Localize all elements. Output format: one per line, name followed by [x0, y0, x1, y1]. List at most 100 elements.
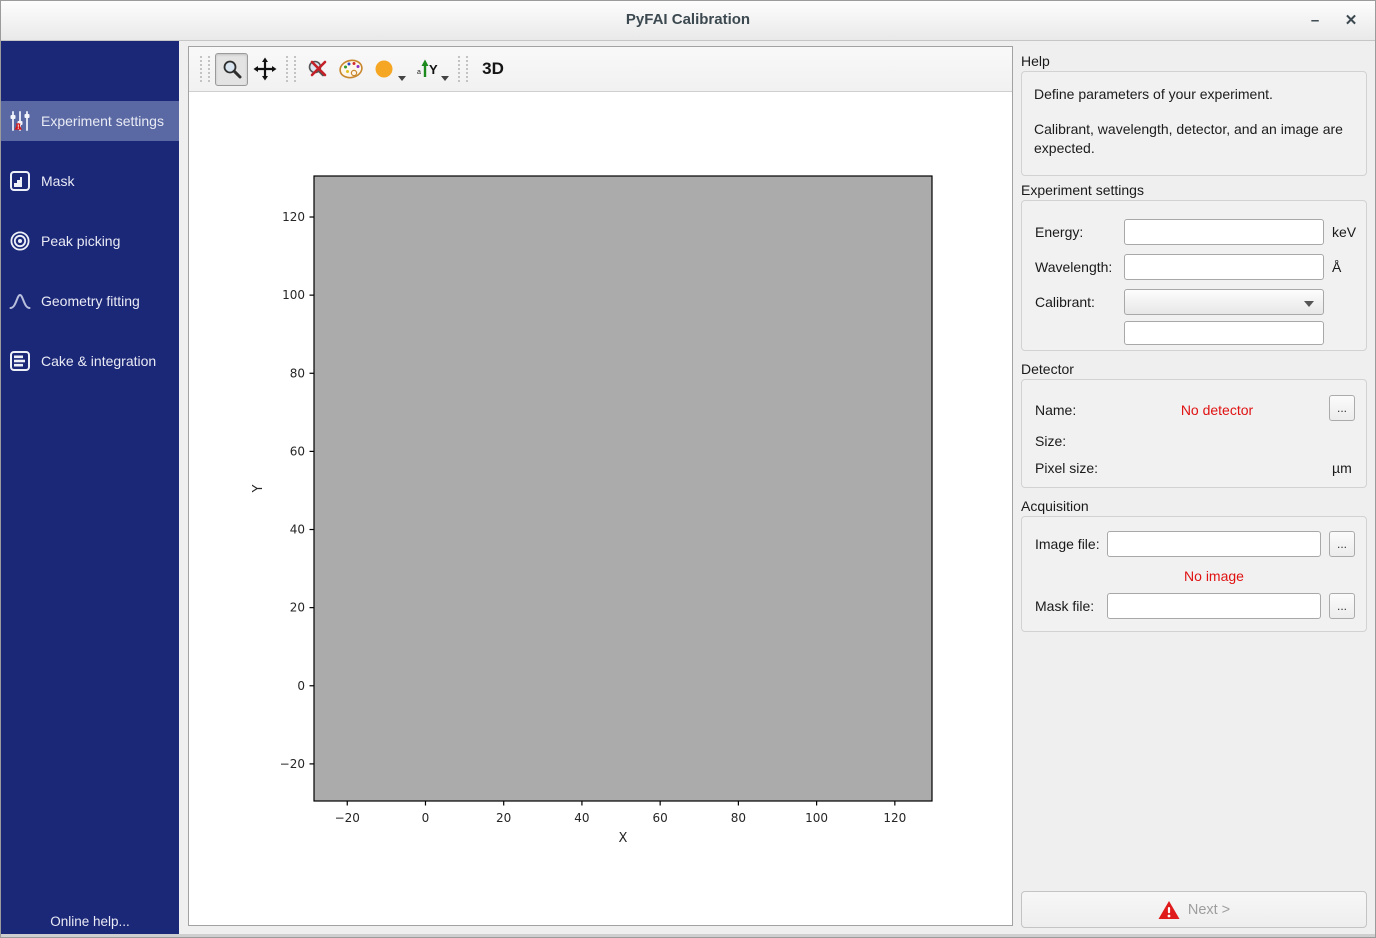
crosshair-button[interactable]: [301, 53, 334, 86]
image-status: No image: [1107, 568, 1321, 584]
image-file-browse-button[interactable]: ...: [1329, 531, 1355, 557]
settings-panel: Help Define parameters of your experimen…: [1015, 41, 1376, 935]
sidebar-item-label: Mask: [41, 173, 74, 189]
wavelength-label: Wavelength:: [1035, 259, 1112, 275]
pixel-size-label: Pixel size:: [1035, 460, 1098, 476]
mask-file-browse-button[interactable]: ...: [1329, 593, 1355, 619]
experiment-settings-box: Energy: keV Wavelength: Å Calibrant:: [1021, 200, 1367, 351]
orange-circle-icon: [374, 59, 394, 79]
magnifier-icon: [221, 58, 243, 80]
3d-label: 3D: [482, 59, 504, 79]
svg-text:120: 120: [282, 210, 305, 224]
pan-button[interactable]: [248, 53, 281, 86]
acquisition-section-title: Acquisition: [1021, 498, 1089, 514]
striped-square-icon: [9, 350, 31, 372]
svg-text:80: 80: [290, 366, 305, 380]
magnifier-red-x-icon: [306, 57, 330, 81]
svg-text:Y: Y: [251, 484, 266, 493]
svg-text:100: 100: [282, 288, 305, 302]
svg-text:a: a: [417, 69, 421, 76]
mask-file-label: Mask file:: [1035, 598, 1094, 614]
svg-text:60: 60: [653, 811, 668, 825]
online-help-link[interactable]: Online help...: [1, 914, 179, 929]
energy-input[interactable]: [1124, 219, 1324, 245]
next-button-label: Next >: [1188, 902, 1230, 918]
svg-text:80: 80: [731, 811, 746, 825]
detector-browse-button[interactable]: ...: [1329, 395, 1355, 421]
window-bottom-edge: [1, 934, 1375, 937]
image-file-input[interactable]: [1107, 531, 1321, 557]
svg-text:−20: −20: [280, 757, 305, 771]
task-sidebar: ! Experiment settings Mask: [1, 41, 179, 935]
svg-text:!: !: [17, 125, 19, 131]
image-file-label: Image file:: [1035, 536, 1100, 552]
svg-text:0: 0: [422, 811, 430, 825]
help-line-2: Calibrant, wavelength, detector, and an …: [1022, 120, 1366, 158]
colormap-button[interactable]: [334, 53, 367, 86]
mask-icon: [9, 170, 31, 192]
next-button[interactable]: Next >: [1021, 891, 1367, 928]
sidebar-item-experiment-settings[interactable]: ! Experiment settings: [1, 101, 179, 141]
acquisition-box: Image file: ... No image Mask file: ...: [1021, 516, 1367, 632]
title-bar: PyFAI Calibration – ✕: [1, 1, 1375, 41]
detector-size-label: Size:: [1035, 433, 1066, 449]
detector-name-label: Name:: [1035, 402, 1076, 418]
svg-text:20: 20: [496, 811, 511, 825]
energy-unit: keV: [1332, 224, 1356, 240]
plot-panel: a Y 3D −20020406080100120−20020406080100…: [188, 46, 1013, 926]
sidebar-item-label: Peak picking: [41, 233, 120, 249]
svg-text:20: 20: [290, 601, 305, 615]
y-axis-orientation-button[interactable]: a Y: [410, 53, 443, 86]
target-rings-icon: [9, 230, 31, 252]
wavelength-input[interactable]: [1124, 254, 1324, 280]
detector-section-title: Detector: [1021, 361, 1074, 377]
dropdown-caret-icon: [398, 76, 406, 81]
svg-text:X: X: [619, 831, 628, 846]
plot-canvas[interactable]: −20020406080100120−20020406080100120XY: [189, 92, 1012, 925]
sidebar-item-peak-picking[interactable]: Peak picking: [1, 221, 179, 261]
toolbar-drag-handle: [286, 56, 296, 82]
svg-text:40: 40: [574, 811, 589, 825]
sidebar-item-geometry-fitting[interactable]: Geometry fitting: [1, 281, 179, 321]
sidebar-item-label: Experiment settings: [41, 113, 164, 129]
svg-text:120: 120: [883, 811, 906, 825]
calibrant-extra-input[interactable]: [1124, 321, 1324, 345]
wavelength-unit: Å: [1332, 259, 1341, 275]
3d-view-button[interactable]: 3D: [473, 53, 513, 86]
warning-icon: [1158, 900, 1180, 920]
help-section-title: Help: [1021, 53, 1050, 69]
sidebar-item-mask[interactable]: Mask: [1, 161, 179, 201]
palette-icon: [338, 57, 364, 81]
pan-arrows-icon: [253, 57, 277, 81]
toolbar-drag-handle: [200, 56, 210, 82]
svg-text:0: 0: [297, 679, 305, 693]
pyfai-calibration-window: PyFAI Calibration – ✕ ! Experiment s: [0, 0, 1376, 938]
y-axis-arrow-icon: a Y: [414, 57, 440, 81]
plot-toolbar: a Y 3D: [189, 47, 1012, 92]
detector-box: Name: No detector ... Size: Pixel size: …: [1021, 379, 1367, 488]
zoom-button[interactable]: [215, 53, 248, 86]
minimize-button[interactable]: –: [1301, 7, 1329, 35]
toolbar-drag-handle: [458, 56, 468, 82]
calibrant-select[interactable]: [1124, 289, 1324, 315]
peak-curve-icon: [9, 290, 31, 312]
dropdown-caret-icon: [441, 76, 449, 81]
help-line-1: Define parameters of your experiment.: [1022, 85, 1366, 104]
window-title: PyFAI Calibration: [1, 11, 1375, 28]
sidebar-item-label: Geometry fitting: [41, 293, 140, 309]
svg-text:Y: Y: [429, 62, 438, 77]
calibrant-label: Calibrant:: [1035, 294, 1095, 310]
mask-file-input[interactable]: [1107, 593, 1321, 619]
chevron-down-icon: [1304, 301, 1314, 307]
marker-color-button[interactable]: [367, 53, 400, 86]
energy-label: Energy:: [1035, 224, 1083, 240]
svg-text:100: 100: [805, 811, 828, 825]
empty-image-plot: −20020406080100120−20020406080100120XY: [189, 92, 1012, 925]
detector-name-status: No detector: [1112, 402, 1322, 418]
experiment-section-title: Experiment settings: [1021, 182, 1144, 198]
sidebar-item-cake-integration[interactable]: Cake & integration: [1, 341, 179, 381]
close-button[interactable]: ✕: [1337, 7, 1365, 35]
svg-text:40: 40: [290, 523, 305, 537]
svg-text:60: 60: [290, 444, 305, 458]
pixel-size-unit: µm: [1332, 460, 1352, 476]
